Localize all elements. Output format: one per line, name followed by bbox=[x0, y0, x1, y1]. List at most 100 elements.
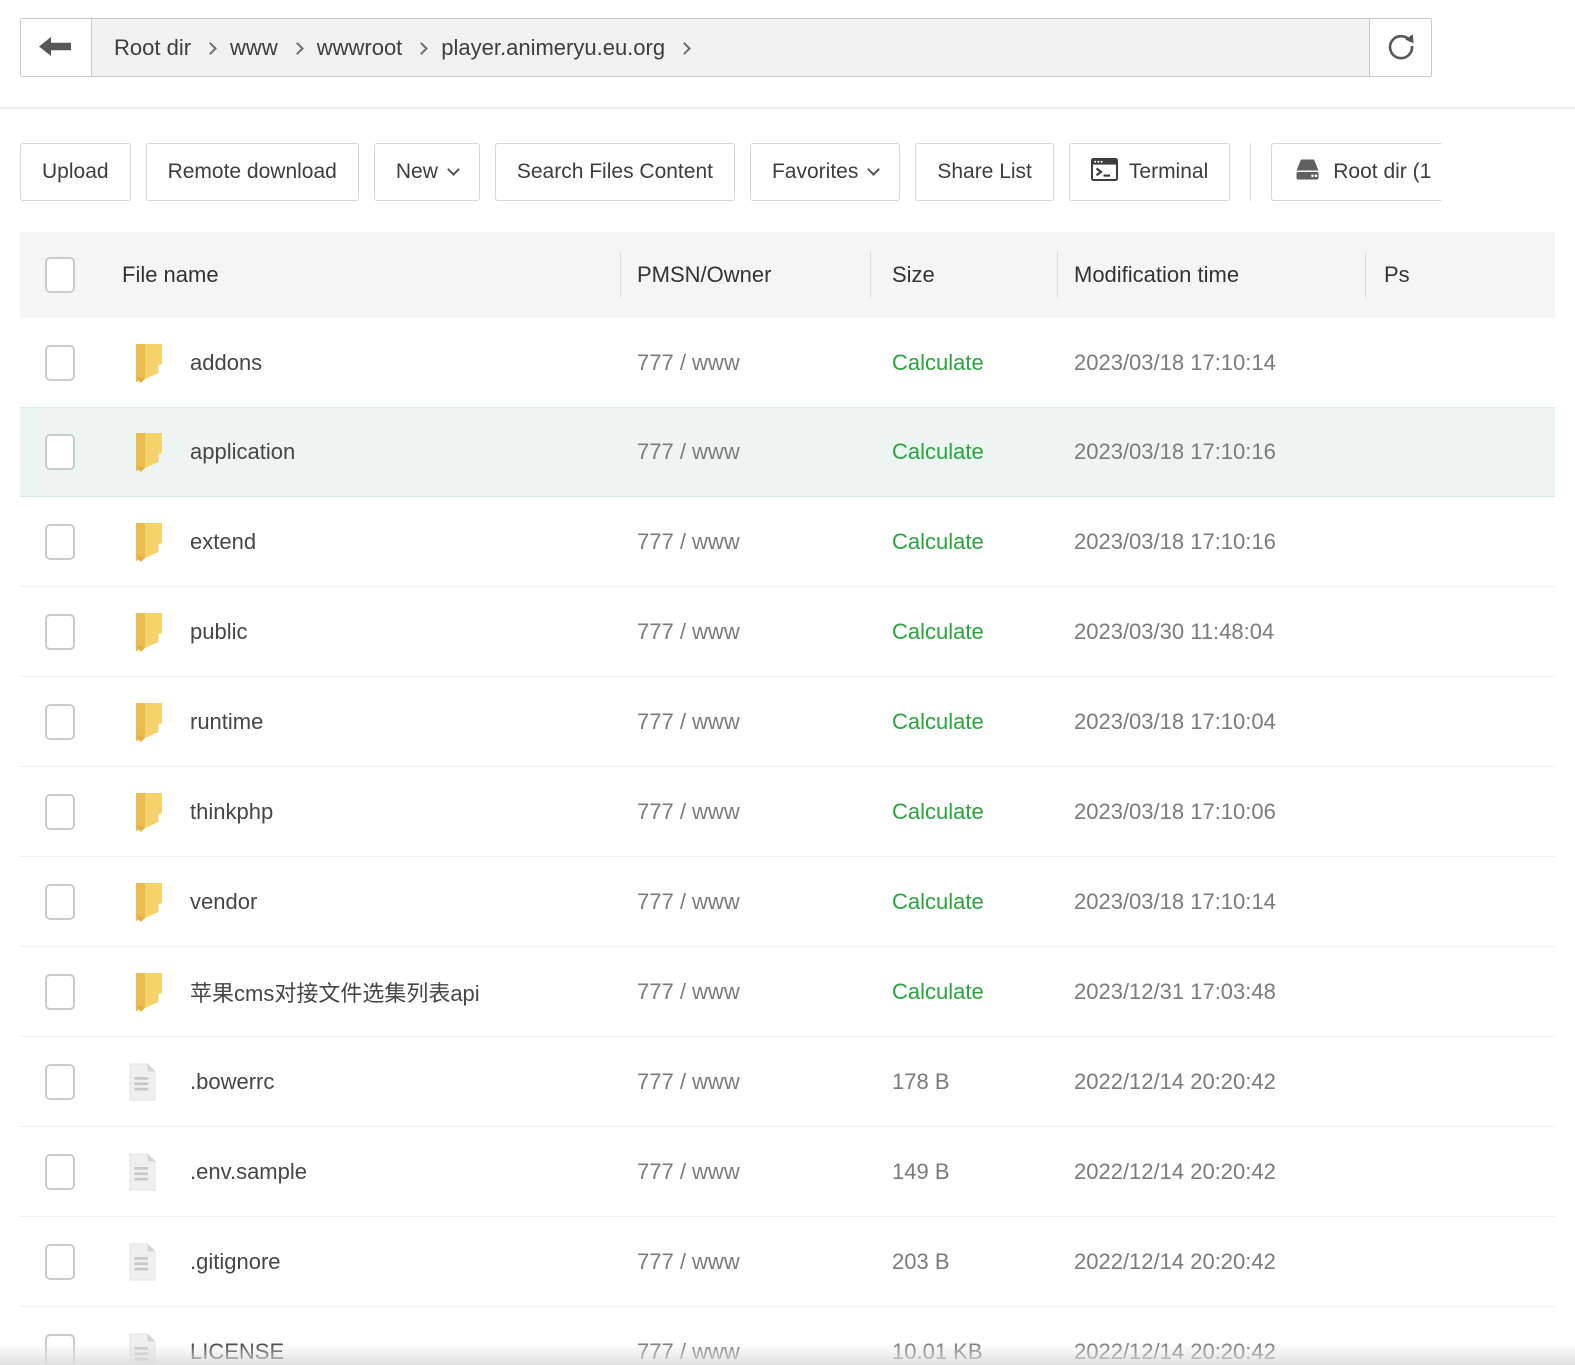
new-button-label: New bbox=[396, 160, 438, 184]
file-name[interactable]: vendor bbox=[190, 889, 257, 915]
select-all-checkbox[interactable] bbox=[45, 257, 75, 293]
column-divider bbox=[1057, 252, 1058, 298]
file-name[interactable]: runtime bbox=[190, 709, 263, 735]
calculate-size-link[interactable]: Calculate bbox=[892, 350, 984, 376]
refresh-icon bbox=[1386, 31, 1416, 64]
table-row[interactable]: addons 777 / www Calculate 2023/03/18 17… bbox=[20, 318, 1555, 408]
row-checkbox[interactable] bbox=[45, 794, 75, 830]
column-divider bbox=[1365, 252, 1366, 298]
file-name[interactable]: 苹果cms对接文件选集列表api bbox=[190, 976, 480, 1008]
file-name[interactable]: extend bbox=[190, 529, 256, 555]
calculate-size-link[interactable]: Calculate bbox=[892, 799, 984, 825]
file-table: File name PMSN/Owner Size Modification t… bbox=[20, 232, 1555, 1365]
table-row[interactable]: runtime 777 / www Calculate 2023/03/18 1… bbox=[20, 677, 1555, 767]
folder-icon bbox=[128, 791, 166, 833]
share-list-button[interactable]: Share List bbox=[915, 143, 1054, 201]
file-owner: 777 / www bbox=[637, 350, 740, 376]
file-mtime: 2023/03/18 17:10:04 bbox=[1074, 709, 1276, 735]
file-icon bbox=[128, 1151, 166, 1193]
favorites-button-label: Favorites bbox=[772, 160, 858, 184]
file-mtime: 2022/12/14 20:20:42 bbox=[1074, 1159, 1276, 1185]
file-name[interactable]: public bbox=[190, 619, 247, 645]
toolbar-divider bbox=[1250, 143, 1251, 201]
folder-icon bbox=[128, 971, 166, 1013]
refresh-button[interactable] bbox=[1369, 19, 1431, 76]
row-checkbox[interactable] bbox=[45, 345, 75, 381]
bottom-fade bbox=[0, 1343, 1575, 1365]
row-checkbox[interactable] bbox=[45, 704, 75, 740]
table-row[interactable]: .bowerrc 777 / www 178 B 2022/12/14 20:2… bbox=[20, 1037, 1555, 1127]
breadcrumb-item-site[interactable]: player.animeryu.eu.org bbox=[441, 35, 665, 61]
file-owner: 777 / www bbox=[637, 709, 740, 735]
chevron-right-icon bbox=[678, 42, 691, 55]
row-checkbox[interactable] bbox=[45, 1064, 75, 1100]
terminal-button[interactable]: Terminal bbox=[1069, 143, 1230, 201]
file-icon bbox=[128, 1241, 166, 1283]
column-header-owner[interactable]: PMSN/Owner bbox=[637, 262, 771, 288]
table-row[interactable]: public 777 / www Calculate 2023/03/30 11… bbox=[20, 587, 1555, 677]
new-button[interactable]: New bbox=[374, 143, 480, 201]
calculate-size-link[interactable]: Calculate bbox=[892, 979, 984, 1005]
row-checkbox[interactable] bbox=[45, 614, 75, 650]
row-checkbox[interactable] bbox=[45, 974, 75, 1010]
upload-button[interactable]: Upload bbox=[20, 143, 131, 201]
row-checkbox[interactable] bbox=[45, 1244, 75, 1280]
table-row[interactable]: vendor 777 / www Calculate 2023/03/18 17… bbox=[20, 857, 1555, 947]
column-header-filename[interactable]: File name bbox=[122, 262, 219, 288]
folder-icon bbox=[128, 611, 166, 653]
file-name[interactable]: .bowerrc bbox=[190, 1069, 274, 1095]
column-divider bbox=[870, 252, 871, 298]
calculate-size-link[interactable]: Calculate bbox=[892, 709, 984, 735]
calculate-size-link[interactable]: Calculate bbox=[892, 619, 984, 645]
file-owner: 777 / www bbox=[637, 619, 740, 645]
table-row[interactable]: extend 777 / www Calculate 2023/03/18 17… bbox=[20, 497, 1555, 587]
calculate-size-link[interactable]: Calculate bbox=[892, 529, 984, 555]
breadcrumb-item-root[interactable]: Root dir bbox=[114, 35, 191, 61]
row-checkbox[interactable] bbox=[45, 884, 75, 920]
column-header-mtime[interactable]: Modification time bbox=[1074, 262, 1239, 288]
breadcrumb-item-www[interactable]: www bbox=[230, 35, 278, 61]
table-body: addons 777 / www Calculate 2023/03/18 17… bbox=[20, 318, 1555, 1365]
arrow-left-icon bbox=[39, 35, 73, 61]
table-row[interactable]: application 777 / www Calculate 2023/03/… bbox=[20, 407, 1555, 497]
remote-download-button[interactable]: Remote download bbox=[146, 143, 359, 201]
chevron-down-icon bbox=[447, 163, 460, 176]
table-row[interactable]: thinkphp 777 / www Calculate 2023/03/18 … bbox=[20, 767, 1555, 857]
file-mtime: 2023/03/18 17:10:16 bbox=[1074, 439, 1276, 465]
breadcrumb: Root dir www wwwroot player.animeryu.eu.… bbox=[92, 19, 1369, 76]
table-row[interactable]: .env.sample 777 / www 149 B 2022/12/14 2… bbox=[20, 1127, 1555, 1217]
calculate-size-link[interactable]: Calculate bbox=[892, 889, 984, 915]
file-name[interactable]: addons bbox=[190, 350, 262, 376]
folder-icon bbox=[128, 881, 166, 923]
chevron-right-icon bbox=[291, 42, 304, 55]
search-files-content-button[interactable]: Search Files Content bbox=[495, 143, 735, 201]
column-header-ps[interactable]: Ps bbox=[1384, 262, 1410, 288]
root-dir-button[interactable]: Root dir (1 bbox=[1271, 143, 1441, 201]
file-icon bbox=[128, 1061, 166, 1103]
file-name[interactable]: .gitignore bbox=[190, 1249, 281, 1275]
file-mtime: 2023/03/18 17:10:16 bbox=[1074, 529, 1276, 555]
file-name[interactable]: application bbox=[190, 439, 295, 465]
row-checkbox[interactable] bbox=[45, 1154, 75, 1190]
favorites-button[interactable]: Favorites bbox=[750, 143, 900, 201]
path-bar: Root dir www wwwroot player.animeryu.eu.… bbox=[20, 18, 1432, 77]
file-owner: 777 / www bbox=[637, 439, 740, 465]
breadcrumb-item-wwwroot[interactable]: wwwroot bbox=[317, 35, 403, 61]
file-name[interactable]: .env.sample bbox=[190, 1159, 307, 1185]
column-header-size[interactable]: Size bbox=[892, 262, 935, 288]
back-button[interactable] bbox=[21, 19, 92, 76]
terminal-icon bbox=[1091, 158, 1118, 187]
folder-icon bbox=[128, 342, 166, 384]
file-mtime: 2023/03/18 17:10:14 bbox=[1074, 350, 1276, 376]
file-size: 149 B bbox=[892, 1159, 950, 1185]
table-header: File name PMSN/Owner Size Modification t… bbox=[20, 232, 1555, 318]
chevron-right-icon bbox=[415, 42, 428, 55]
table-row[interactable]: .gitignore 777 / www 203 B 2022/12/14 20… bbox=[20, 1217, 1555, 1307]
file-owner: 777 / www bbox=[637, 889, 740, 915]
row-checkbox[interactable] bbox=[45, 434, 75, 470]
calculate-size-link[interactable]: Calculate bbox=[892, 439, 984, 465]
file-name[interactable]: thinkphp bbox=[190, 799, 273, 825]
row-checkbox[interactable] bbox=[45, 524, 75, 560]
file-mtime: 2023/03/18 17:10:14 bbox=[1074, 889, 1276, 915]
table-row[interactable]: 苹果cms对接文件选集列表api 777 / www Calculate 202… bbox=[20, 947, 1555, 1037]
